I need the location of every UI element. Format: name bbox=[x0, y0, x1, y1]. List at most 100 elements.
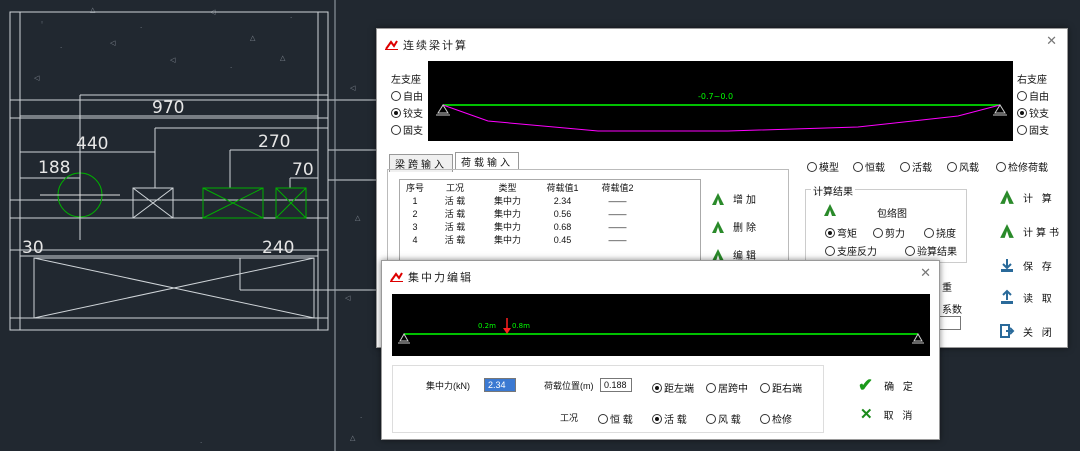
add-button[interactable]: 增加 bbox=[711, 191, 759, 206]
exit-icon bbox=[1000, 324, 1015, 338]
radio-icon bbox=[873, 227, 883, 238]
radio-selected-icon bbox=[652, 382, 662, 393]
close-icon[interactable]: ✕ bbox=[1046, 33, 1057, 49]
app-logo-icon bbox=[390, 272, 403, 282]
ok-button[interactable]: ✔ 确 定 bbox=[858, 375, 916, 396]
svg-text:△: △ bbox=[280, 54, 286, 62]
radio-icon bbox=[900, 161, 910, 172]
tab-load-input[interactable]: 荷载输入 bbox=[455, 152, 519, 170]
pos-from-left[interactable]: 距左端 bbox=[652, 380, 694, 395]
radio-icon bbox=[706, 413, 716, 424]
case-live[interactable]: 活载 bbox=[900, 159, 932, 174]
diagram-label: 包络图 bbox=[877, 209, 907, 220]
svg-text:◁: ◁ bbox=[110, 39, 116, 47]
svg-text:◁: ◁ bbox=[170, 56, 176, 64]
case-wind[interactable]: 风载 bbox=[947, 159, 979, 174]
load-button[interactable]: 读 取 bbox=[999, 289, 1055, 305]
dialog-title-text: 连续梁计算 bbox=[403, 40, 468, 52]
force-distance-right: 0.8m bbox=[512, 322, 530, 330]
radio-icon bbox=[996, 161, 1006, 172]
calculate-icon bbox=[1000, 190, 1014, 204]
svg-text:◁: ◁ bbox=[345, 294, 351, 302]
case-model[interactable]: 模型 bbox=[807, 159, 839, 174]
right-support-label: 右支座 bbox=[1017, 75, 1047, 86]
table-row[interactable]: 3活 载集中力 0.68 —— bbox=[400, 220, 700, 233]
result-shear[interactable]: 剪力 bbox=[873, 225, 905, 240]
svg-text:·: · bbox=[200, 439, 202, 447]
dim-440: 440 bbox=[76, 134, 108, 154]
force-dialog-title-text: 集中力编辑 bbox=[408, 272, 473, 284]
dim-70: 70 bbox=[292, 160, 314, 180]
left-support-fixed[interactable]: 固支 bbox=[391, 122, 431, 137]
close-icon[interactable]: ✕ bbox=[920, 265, 931, 281]
cancel-button[interactable]: ✕ 取 消 bbox=[860, 405, 915, 423]
force-diagram-panel: 0.2m 0.8m bbox=[392, 294, 930, 356]
dim-30: 30 bbox=[22, 238, 44, 258]
save-button[interactable]: 保 存 bbox=[999, 257, 1055, 273]
col-header: 荷载值2 bbox=[601, 182, 634, 193]
force-case-maintenance[interactable]: 检修 bbox=[760, 411, 792, 426]
svg-text:△: △ bbox=[250, 34, 256, 42]
svg-text:△: △ bbox=[355, 214, 361, 222]
beam-range-label: -0.7~0.0 bbox=[698, 92, 733, 101]
svg-text:·: · bbox=[290, 14, 292, 22]
force-case-live[interactable]: 活 载 bbox=[652, 411, 687, 426]
radio-selected-icon bbox=[1017, 107, 1027, 118]
left-support-hinge[interactable]: 铰支 bbox=[391, 105, 431, 120]
force-case-wind[interactable]: 风 载 bbox=[706, 411, 741, 426]
position-input[interactable]: 0.188 bbox=[600, 378, 632, 392]
pos-mid-span[interactable]: 居跨中 bbox=[706, 380, 748, 395]
left-support-free[interactable]: 自由 bbox=[391, 88, 431, 103]
force-distance-left: 0.2m bbox=[478, 322, 496, 330]
radio-icon bbox=[924, 227, 934, 238]
app-logo-icon bbox=[385, 40, 398, 50]
force-label: 集中力(kN) bbox=[426, 381, 470, 391]
report-icon bbox=[1000, 224, 1014, 238]
col-header: 序号 bbox=[405, 182, 424, 193]
col-header: 荷载值1 bbox=[546, 182, 579, 193]
radio-icon bbox=[1017, 124, 1027, 135]
coefficient-input[interactable] bbox=[939, 316, 961, 330]
svg-text:·: · bbox=[60, 44, 62, 52]
force-input[interactable]: 2.34 bbox=[484, 378, 516, 392]
svg-text:◁: ◁ bbox=[350, 84, 356, 92]
svg-text:·: · bbox=[360, 414, 362, 422]
col-header: 工况 bbox=[445, 182, 464, 193]
result-deflection[interactable]: 挠度 bbox=[924, 225, 956, 240]
case-maintenance[interactable]: 检修荷载 bbox=[996, 159, 1048, 174]
pos-from-right[interactable]: 距右端 bbox=[760, 380, 802, 395]
radio-icon bbox=[1017, 90, 1027, 101]
radio-selected-icon bbox=[391, 107, 401, 118]
result-check[interactable]: 验算结果 bbox=[905, 243, 957, 258]
right-support-hinge[interactable]: 铰支 bbox=[1017, 105, 1062, 120]
table-row[interactable]: 1活 载集中力 2.34 —— bbox=[400, 194, 700, 207]
svg-text:◦: ◦ bbox=[40, 19, 44, 27]
calculate-button[interactable]: 计 算 bbox=[999, 189, 1055, 205]
report-button[interactable]: 计算书 bbox=[999, 223, 1062, 239]
right-support-free[interactable]: 自由 bbox=[1017, 88, 1062, 103]
radio-icon bbox=[598, 413, 608, 424]
left-support-label: 左支座 bbox=[391, 75, 421, 86]
svg-text:△: △ bbox=[90, 6, 96, 14]
position-label: 荷载位置(m) bbox=[544, 381, 594, 391]
close-button[interactable]: 关 闭 bbox=[999, 323, 1055, 339]
table-row[interactable]: 2活 载集中力 0.56 —— bbox=[400, 207, 700, 220]
load-table: 序号 工况 类型 荷载值1 荷载值2 1活 载集中力 2.34 —— 2活 载集中力… bbox=[400, 180, 700, 246]
right-support-fixed[interactable]: 固支 bbox=[1017, 122, 1062, 137]
result-moment[interactable]: 弯矩 bbox=[825, 225, 857, 240]
dim-240: 240 bbox=[262, 238, 294, 258]
dim-970: 970 bbox=[152, 98, 184, 118]
radio-icon bbox=[825, 245, 835, 256]
result-reaction[interactable]: 支座反力 bbox=[825, 243, 877, 258]
svg-text:·: · bbox=[230, 64, 232, 72]
case-dead[interactable]: 恒载 bbox=[853, 159, 885, 174]
table-header-row: 序号 工况 类型 荷载值1 荷载值2 bbox=[400, 180, 700, 194]
force-edit-dialog: 集中力编辑 ✕ 0.2m 0.8m 集中力(kN) 2.34 荷载位置(m) 0… bbox=[381, 260, 940, 440]
table-row[interactable]: 4活 载集中力 0.45 —— bbox=[400, 233, 700, 246]
delete-icon bbox=[712, 220, 724, 233]
cancel-x-icon: ✕ bbox=[860, 406, 876, 423]
force-case-dead[interactable]: 恒 载 bbox=[598, 411, 633, 426]
save-icon bbox=[1001, 259, 1013, 272]
delete-button[interactable]: 删除 bbox=[711, 219, 759, 234]
radio-icon bbox=[391, 90, 401, 101]
